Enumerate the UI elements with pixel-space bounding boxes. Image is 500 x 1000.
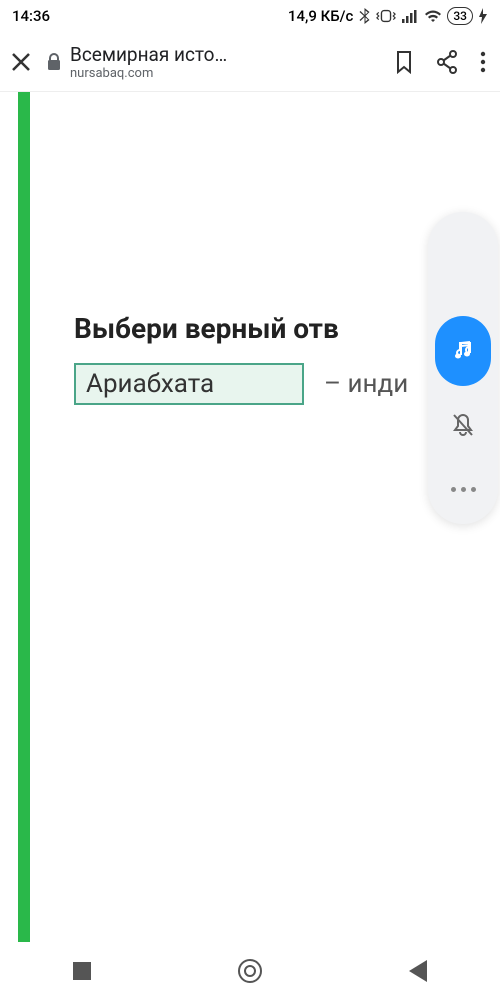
answer-option[interactable]: Ариабхата (74, 363, 304, 405)
music-button[interactable] (435, 316, 491, 386)
close-icon[interactable] (10, 51, 32, 73)
charging-icon (478, 8, 488, 24)
status-bar: 14:36 14,9 КБ/с 33 (0, 0, 500, 32)
vibrate-icon (376, 9, 396, 23)
answer-suffix: – инди (324, 369, 408, 399)
status-speed: 14,9 КБ/с (288, 7, 353, 25)
back-button[interactable] (409, 960, 427, 982)
recent-apps-button[interactable] (73, 962, 91, 980)
page-domain: nursabaq.com (70, 66, 227, 81)
tray-handle[interactable] (435, 222, 491, 312)
system-nav-bar (0, 942, 500, 1000)
bluetooth-icon (358, 8, 371, 24)
lock-icon (46, 53, 62, 71)
signal-icon (401, 9, 419, 23)
share-icon[interactable] (436, 50, 458, 74)
home-button[interactable] (238, 959, 262, 983)
url-area[interactable]: Всемирная исто… nursabaq.com (46, 43, 380, 81)
floating-tray (428, 212, 498, 524)
wifi-icon (424, 9, 442, 23)
page-content: nı Выбери верный отв Ариабхата – инди (0, 92, 500, 942)
progress-bar (18, 92, 30, 942)
tray-more-button[interactable] (435, 464, 491, 514)
status-time: 14:36 (12, 7, 50, 25)
bookmark-icon[interactable] (394, 50, 414, 74)
battery-indicator: 33 (447, 7, 473, 25)
mute-notification-button[interactable] (435, 390, 491, 460)
browser-toolbar: Всемирная исто… nursabaq.com (0, 32, 500, 92)
page-title: Всемирная исто… (70, 43, 227, 66)
menu-icon[interactable] (480, 51, 486, 73)
